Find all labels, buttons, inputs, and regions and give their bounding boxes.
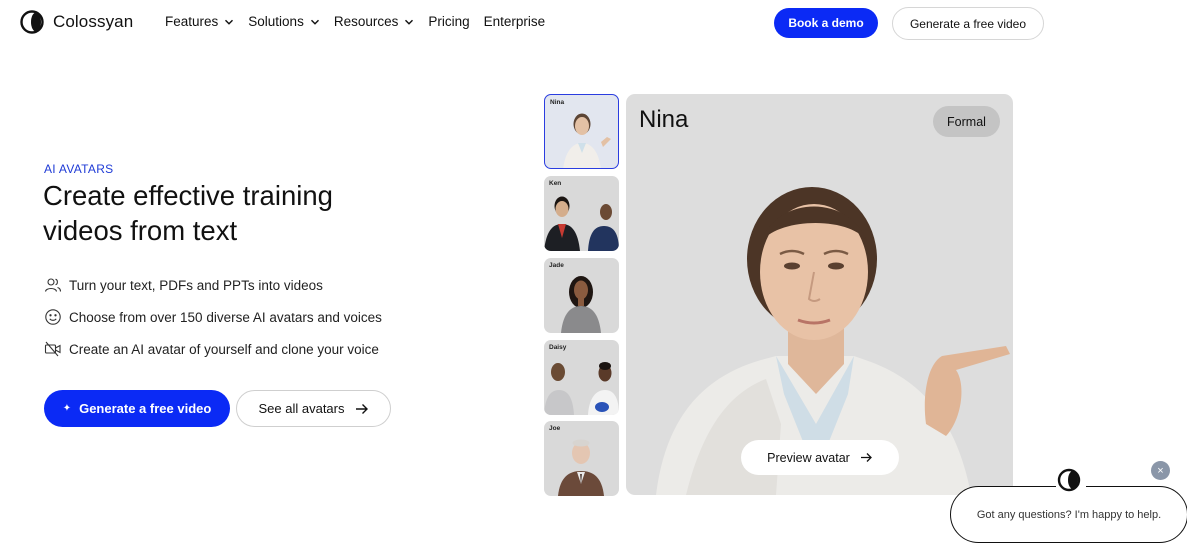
cta-secondary-label: See all avatars [258, 401, 345, 416]
arrow-right-icon [355, 403, 368, 414]
menu-solutions-label: Solutions [248, 14, 304, 29]
menu-solutions[interactable]: Solutions [248, 14, 320, 29]
avatar-thumb-ken[interactable]: Ken [544, 176, 619, 251]
feature-item: Turn your text, PDFs and PPTs into video… [44, 276, 323, 294]
section-eyebrow: AI AVATARS [44, 162, 114, 176]
brand-name: Colossyan [53, 12, 134, 31]
cta-primary-label: Generate a free video [79, 401, 212, 416]
menu-pricing-label: Pricing [428, 14, 470, 29]
feature-text: Create an AI avatar of yourself and clon… [69, 341, 379, 357]
generate-free-video-nav-button[interactable]: Generate a free video [892, 7, 1044, 40]
avatar-thumb-jade[interactable]: Jade [544, 258, 619, 333]
feature-text: Turn your text, PDFs and PPTs into video… [69, 277, 323, 293]
avatar-image [563, 113, 611, 168]
colossyan-logo-icon [20, 10, 44, 34]
menu-enterprise[interactable]: Enterprise [484, 14, 546, 29]
chat-logo-icon[interactable] [1056, 467, 1086, 493]
chevron-down-icon [310, 19, 319, 25]
sparkle-icon: ✦ [62, 403, 72, 414]
avatar-thumb-nina[interactable]: Nina [544, 94, 619, 169]
menu-resources-label: Resources [333, 14, 399, 29]
feature-item: Choose from over 150 diverse AI avatars … [44, 308, 382, 326]
avatar-image [561, 276, 601, 333]
avatar-image [544, 362, 619, 415]
feature-item: Create an AI avatar of yourself and clon… [44, 340, 379, 358]
close-icon: × [1157, 464, 1164, 477]
avatar-thumb-daisy[interactable]: Daisy [544, 340, 619, 415]
chat-message: Got any questions? I'm happy to help. [976, 508, 1162, 521]
generate-free-video-button[interactable]: ✦ Generate a free video [44, 390, 230, 427]
video-off-icon [44, 341, 61, 357]
see-all-avatars-button[interactable]: See all avatars [236, 390, 391, 427]
preview-avatar-label: Preview avatar [767, 450, 850, 465]
avatar-image [558, 439, 604, 496]
avatar-style-badge[interactable]: Formal [933, 106, 1000, 137]
avatar-portrait [656, 187, 1010, 495]
menu-enterprise-label: Enterprise [483, 14, 546, 29]
chat-greeting-bubble[interactable]: Got any questions? I'm happy to help. [950, 486, 1187, 543]
feature-text: Choose from over 150 diverse AI avatars … [69, 309, 382, 325]
avatar-image [544, 196, 619, 251]
menu-pricing[interactable]: Pricing [428, 14, 469, 29]
menu-features[interactable]: Features [165, 14, 234, 29]
main-menu: Features Solutions Resources Pricing Ent… [165, 14, 559, 29]
menu-resources[interactable]: Resources [334, 14, 415, 29]
top-nav: Colossyan Features Solutions Resources P… [0, 0, 1187, 44]
avatar-name: Nina [639, 106, 689, 133]
brand-logo[interactable]: Colossyan [20, 10, 133, 34]
smile-icon [45, 309, 61, 325]
arrow-right-icon [860, 453, 872, 462]
menu-features-label: Features [165, 14, 219, 29]
chat-close-button[interactable]: × [1151, 461, 1170, 480]
avatar-preview-card: Nina Formal Preview avatar [626, 94, 1013, 495]
preview-avatar-button[interactable]: Preview avatar [741, 440, 899, 475]
page-title: Create effective training videos from te… [43, 180, 333, 246]
chevron-down-icon [405, 19, 414, 25]
users-icon [44, 278, 62, 292]
chevron-down-icon [225, 19, 234, 25]
book-demo-button[interactable]: Book a demo [774, 8, 878, 38]
avatar-thumb-joe[interactable]: Joe [544, 421, 619, 496]
